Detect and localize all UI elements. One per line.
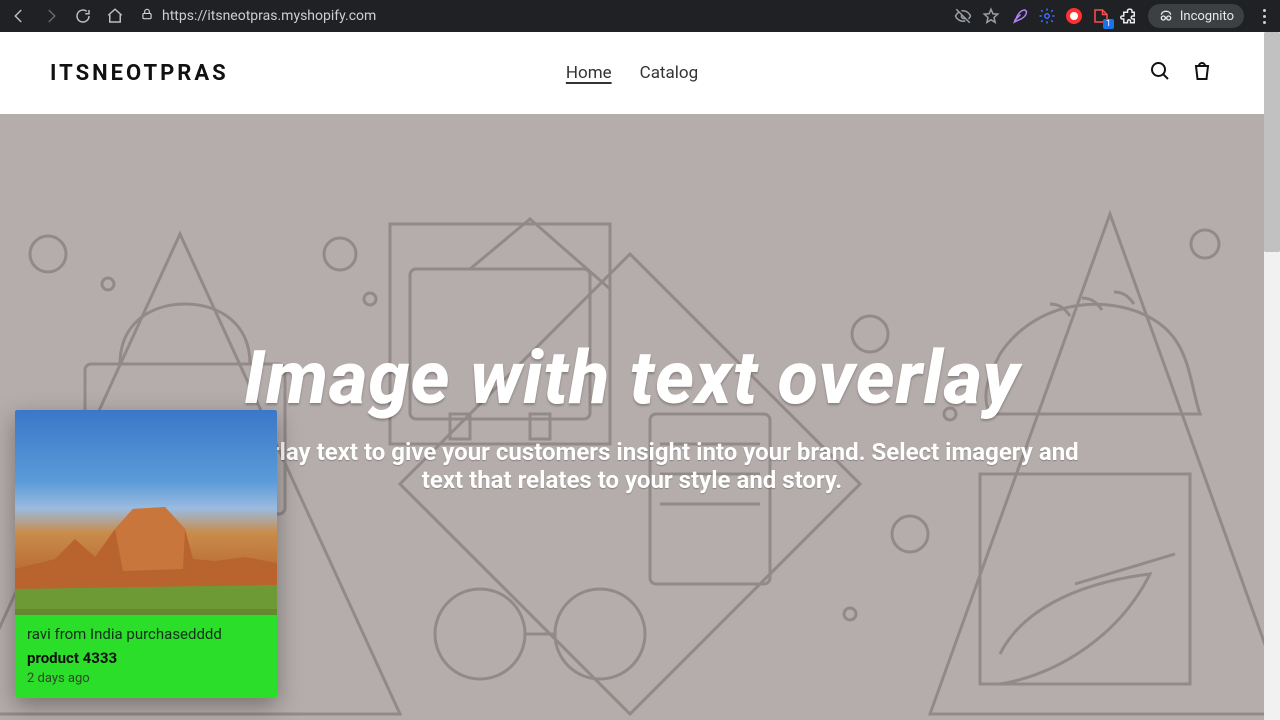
page-viewport: ITSNEOTPRAS Home Catalog xyxy=(0,32,1280,720)
url-text: https://itsneotpras.myshopify.com xyxy=(162,8,376,24)
hero-title: Image with text overlay xyxy=(244,340,1020,418)
star-icon[interactable] xyxy=(982,7,1000,25)
eye-off-icon[interactable] xyxy=(954,7,972,25)
extensions-puzzle-icon[interactable] xyxy=(1120,7,1138,25)
home-button-browser[interactable] xyxy=(102,3,128,29)
address-bar[interactable]: https://itsneotpras.myshopify.com xyxy=(140,7,376,25)
butte-illustration xyxy=(15,489,277,609)
popup-purchaser-line: ravi from India purchasedddd xyxy=(27,625,265,643)
extension-record-icon[interactable] xyxy=(1066,8,1082,24)
incognito-label: Incognito xyxy=(1180,9,1234,24)
nav-home[interactable]: Home xyxy=(566,63,612,83)
site-logo[interactable]: ITSNEOTPRAS xyxy=(50,61,229,86)
hero-subtitle: Use overlay text to give your customers … xyxy=(182,438,1082,494)
nav-catalog[interactable]: Catalog xyxy=(640,63,699,83)
site-header: ITSNEOTPRAS Home Catalog xyxy=(0,32,1264,114)
search-icon[interactable] xyxy=(1148,59,1172,87)
extension-badge-icon[interactable]: 1 xyxy=(1092,7,1110,25)
lock-icon xyxy=(140,7,154,25)
browser-chrome: https://itsneotpras.myshopify.com 1 Inco… xyxy=(0,0,1280,32)
extension-gear-icon[interactable] xyxy=(1038,7,1056,25)
popup-product-name: product 4333 xyxy=(27,649,265,667)
incognito-indicator[interactable]: Incognito xyxy=(1148,4,1244,28)
browser-menu-button[interactable] xyxy=(1254,9,1274,24)
social-proof-popup[interactable]: × ravi from India purchasedddd product 4… xyxy=(15,410,277,698)
reload-button[interactable] xyxy=(70,3,96,29)
scrollbar-track[interactable] xyxy=(1264,32,1280,720)
forward-button[interactable] xyxy=(38,3,64,29)
scrollbar-thumb[interactable] xyxy=(1264,32,1280,252)
main-nav: Home Catalog xyxy=(566,63,698,83)
extension-badge-count: 1 xyxy=(1103,19,1114,29)
popup-time: 2 days ago xyxy=(27,671,265,686)
extension-feather-icon[interactable] xyxy=(1010,7,1028,25)
popup-product-image xyxy=(15,410,277,615)
back-button[interactable] xyxy=(6,3,32,29)
cart-icon[interactable] xyxy=(1190,59,1214,87)
browser-extensions: 1 Incognito xyxy=(954,4,1274,28)
